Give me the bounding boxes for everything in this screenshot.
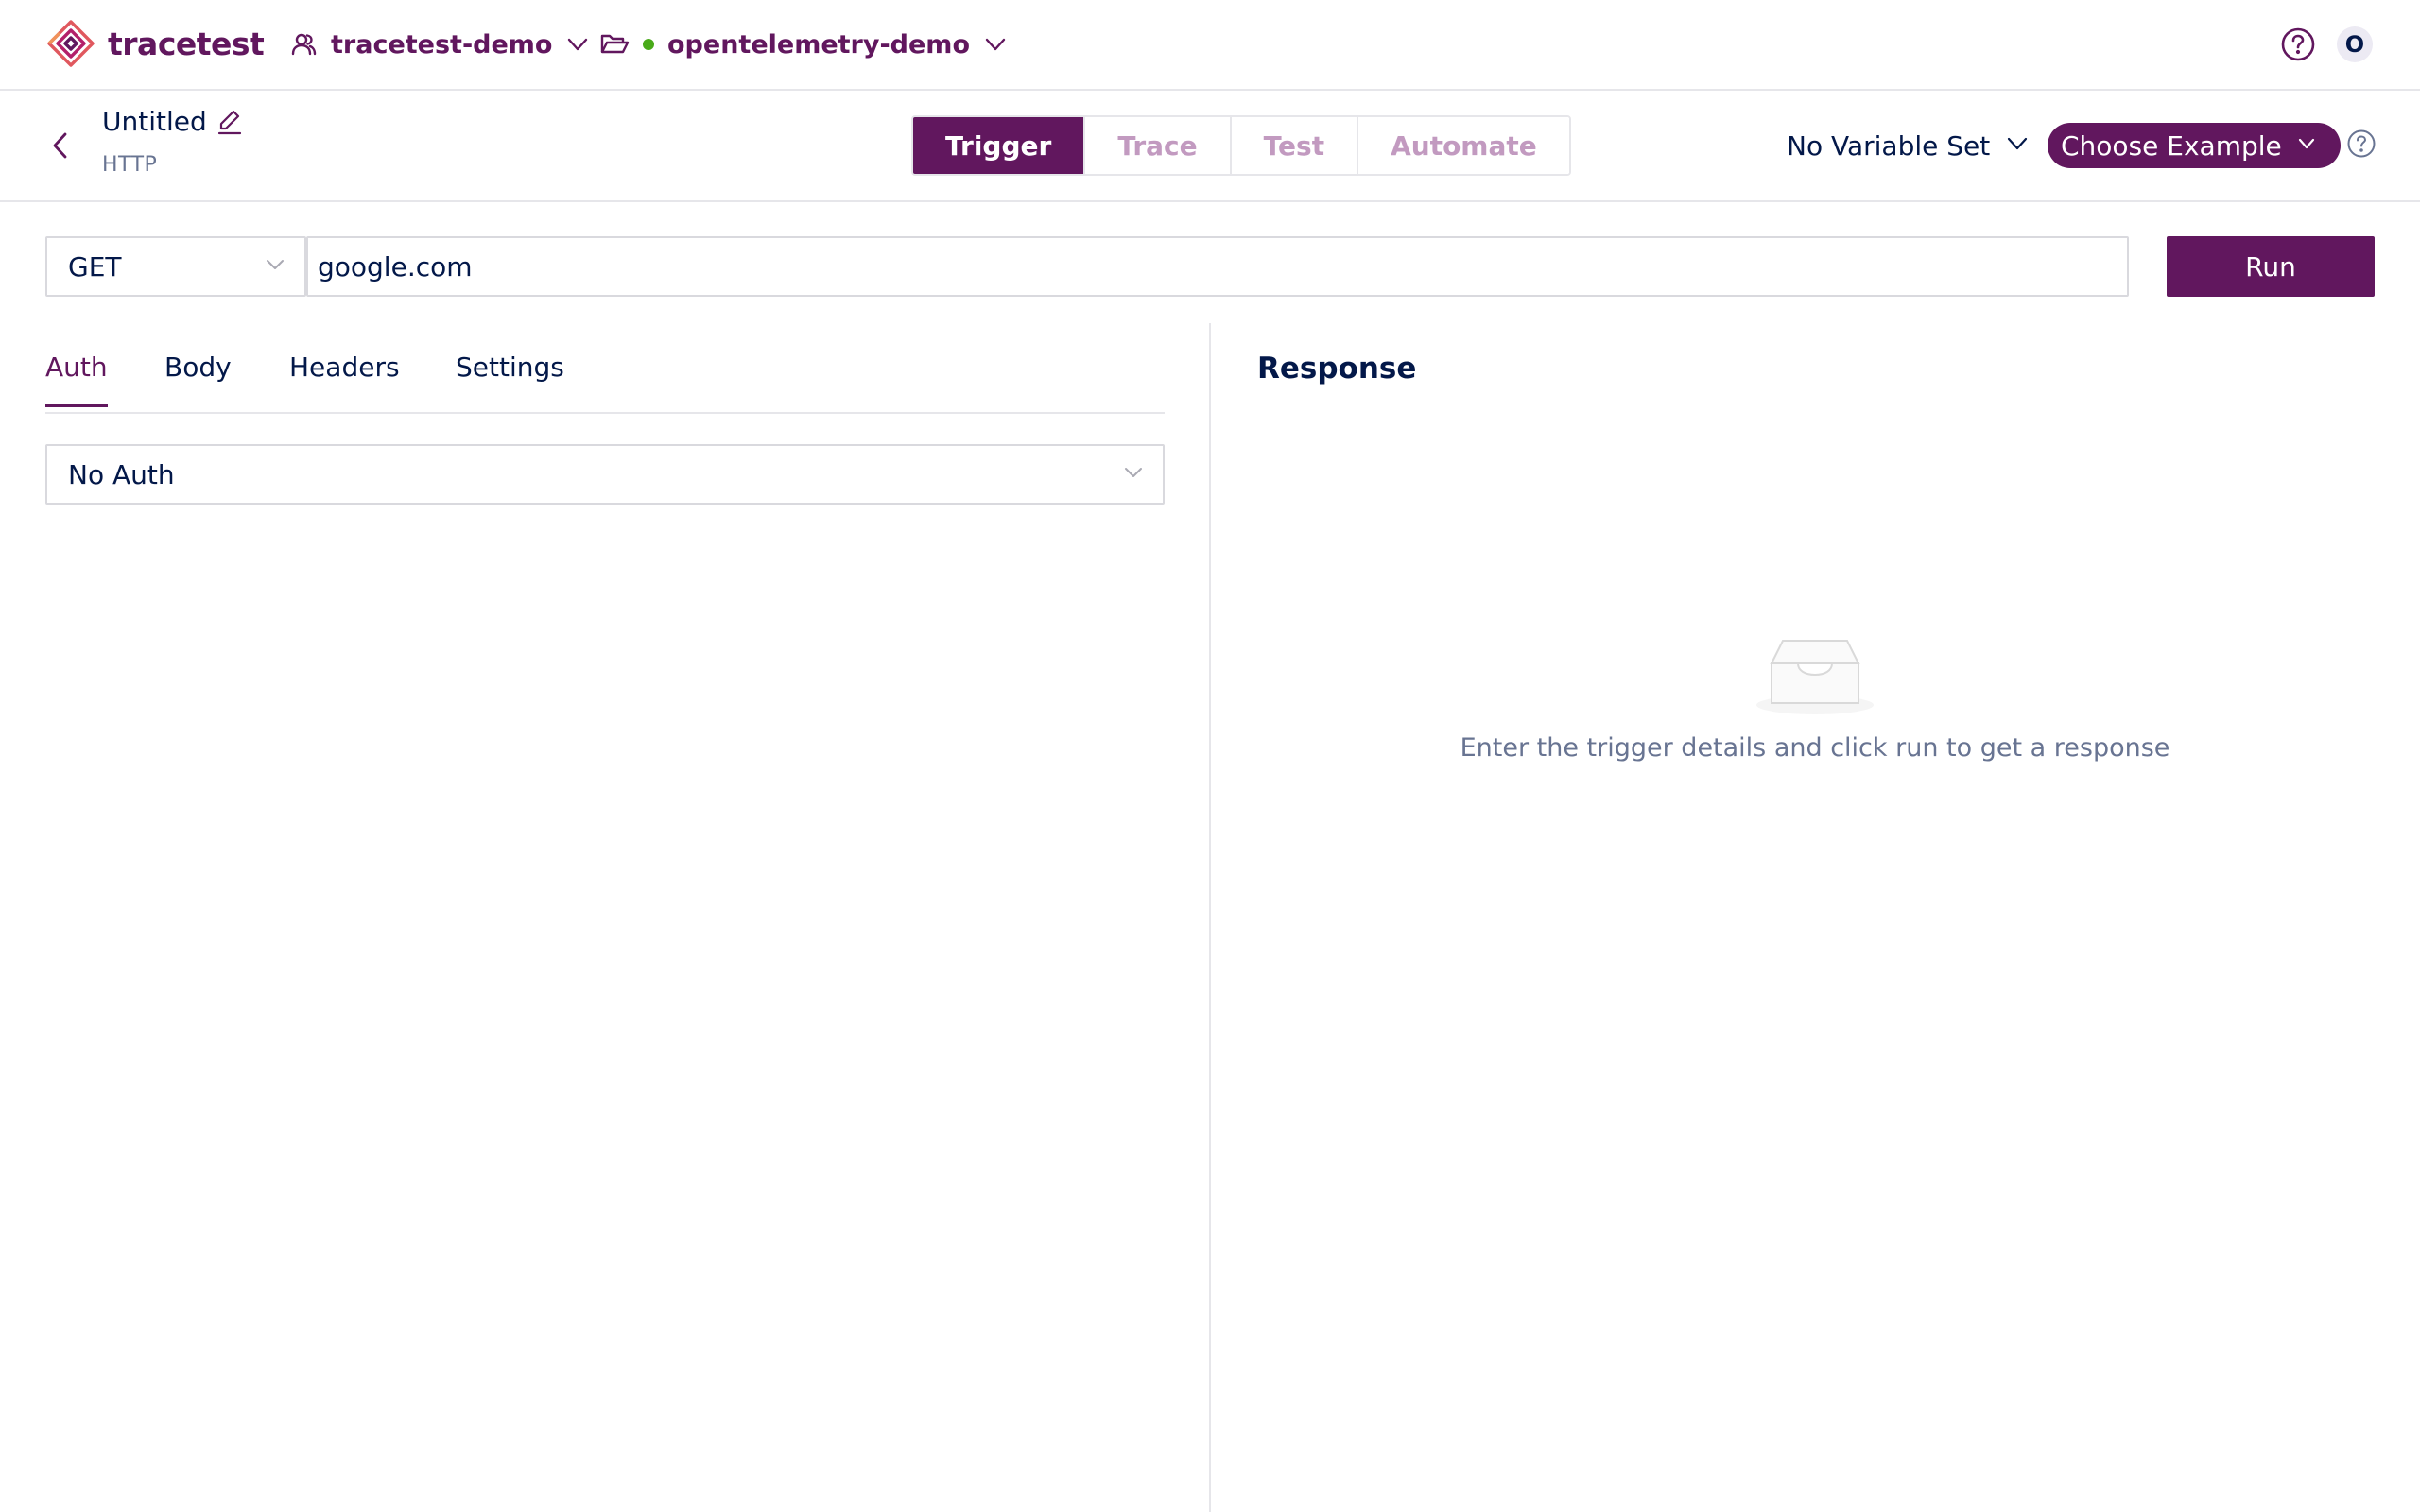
- folder-open-icon: [599, 31, 630, 58]
- tab-trace[interactable]: Trace: [1085, 117, 1232, 174]
- question-circle-icon: [2347, 129, 2376, 158]
- choose-example-label: Choose Example: [2061, 129, 2282, 162]
- inbox-icon: [1754, 635, 1876, 716]
- back-button[interactable]: [43, 125, 78, 166]
- environment-selector[interactable]: opentelemetry-demo: [599, 23, 1008, 66]
- chevron-down-icon: [1123, 462, 1144, 487]
- tab-settings[interactable]: Settings: [456, 352, 564, 404]
- chevron-down-icon: [565, 32, 590, 57]
- auth-type-select[interactable]: No Auth: [45, 444, 1165, 505]
- tab-test[interactable]: Test: [1231, 117, 1359, 174]
- chevron-down-icon: [983, 32, 1008, 57]
- http-method-select[interactable]: GET: [45, 236, 306, 297]
- edit-pencil-icon: [217, 110, 242, 135]
- environment-status-dot: [643, 39, 654, 50]
- response-title: Response: [1257, 352, 1417, 386]
- run-button[interactable]: Run: [2167, 236, 2375, 297]
- test-header: Untitled HTTP Trigger Trace Test Automat…: [0, 91, 2420, 202]
- url-input[interactable]: [306, 236, 2129, 297]
- auth-type-value: No Auth: [68, 458, 175, 490]
- choose-example-button[interactable]: Choose Example: [2048, 123, 2341, 168]
- user-group-icon: [289, 30, 318, 59]
- variable-set-label: No Variable Set: [1787, 129, 1991, 162]
- tracetest-logo[interactable]: tracetest: [45, 19, 265, 68]
- test-type: HTTP: [102, 153, 158, 177]
- environment-name: opentelemetry-demo: [667, 29, 970, 60]
- chevron-down-icon: [265, 254, 285, 279]
- tab-auth[interactable]: Auth: [45, 352, 108, 407]
- request-config-panel: Auth Body Headers Settings No Auth: [45, 323, 1165, 1512]
- test-name: Untitled: [102, 106, 207, 137]
- tab-trigger[interactable]: Trigger: [913, 117, 1086, 174]
- tab-body[interactable]: Body: [164, 352, 232, 404]
- help-button[interactable]: [2280, 26, 2316, 62]
- question-circle-icon: [2281, 27, 2315, 61]
- header-help-button[interactable]: [2346, 129, 2377, 159]
- panel-divider[interactable]: [1209, 323, 1211, 1512]
- chevron-left-icon: [53, 132, 67, 159]
- chevron-down-icon: [2005, 131, 2030, 160]
- chevron-down-icon: [2297, 134, 2316, 157]
- mode-tabs: Trigger Trace Test Automate: [911, 115, 1571, 176]
- http-method-value: GET: [68, 250, 122, 283]
- tab-headers[interactable]: Headers: [289, 352, 400, 404]
- organization-name: tracetest-demo: [331, 29, 553, 60]
- organization-selector[interactable]: tracetest-demo: [289, 23, 590, 66]
- empty-response-message: Enter the trigger details and click run …: [1460, 733, 2170, 763]
- logo-text: tracetest: [108, 25, 265, 62]
- variable-set-selector[interactable]: No Variable Set: [1787, 125, 2030, 166]
- edit-name-button[interactable]: [216, 108, 244, 136]
- user-avatar[interactable]: O: [2337, 26, 2373, 62]
- top-navigation-bar: tracetest tracetest-demo opentelemetry-d…: [0, 0, 2420, 91]
- tracetest-logo-icon: [47, 20, 95, 67]
- request-tabs: Auth Body Headers Settings: [45, 323, 1165, 414]
- tab-automate[interactable]: Automate: [1358, 117, 1569, 174]
